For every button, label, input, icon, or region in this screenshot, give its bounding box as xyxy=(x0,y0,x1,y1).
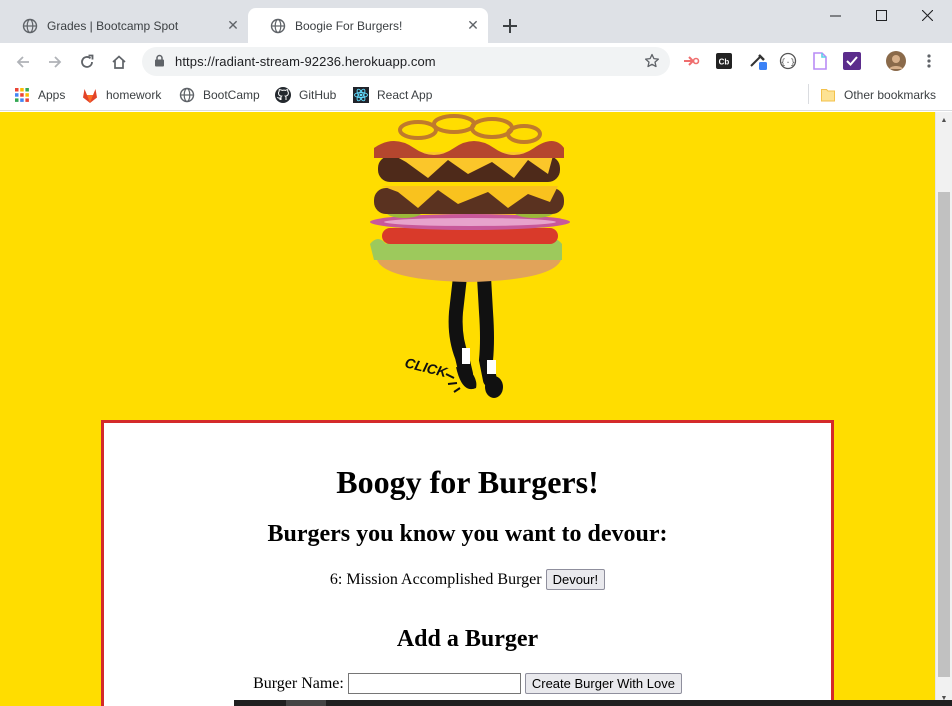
maximize-icon xyxy=(875,9,887,21)
bookmark-bootcamp[interactable]: BootCamp xyxy=(179,85,260,105)
bookmark-github[interactable]: GitHub xyxy=(275,85,336,105)
tab-title: Grades | Bootcamp Spot xyxy=(47,18,179,33)
burger-name-input[interactable] xyxy=(347,673,521,694)
maximize-button[interactable] xyxy=(858,0,904,30)
reload-icon xyxy=(81,54,94,68)
burger-label: 6: Mission Accomplished Burger xyxy=(329,570,542,588)
react-icon xyxy=(353,87,369,103)
svg-text:{·}: {·} xyxy=(781,59,795,68)
minimize-icon xyxy=(829,15,841,16)
taskbar xyxy=(234,700,952,706)
list-item: 6: Mission Accomplished Burger Devour! xyxy=(104,569,831,590)
burger-card: Boogy for Burgers! Burgers you know you … xyxy=(101,420,834,706)
scroll-up-icon[interactable]: ▲ xyxy=(936,112,952,128)
address-bar[interactable]: https://radiant-stream-92236.herokuapp.c… xyxy=(142,47,670,76)
extension-doc-icon[interactable] xyxy=(810,51,830,71)
gitlab-icon xyxy=(82,87,98,103)
tab-boogie[interactable]: Boogie For Burgers! ✕ xyxy=(248,8,488,43)
add-burger-form: Burger Name: Create Burger With Love xyxy=(104,673,831,694)
bookmark-label: React App xyxy=(377,88,433,102)
new-tab-button[interactable] xyxy=(498,14,522,38)
extension-arrow-icon[interactable] xyxy=(681,51,701,71)
star-icon[interactable] xyxy=(644,53,660,69)
tab-grades[interactable]: Grades | Bootcamp Spot ✕ xyxy=(0,8,248,43)
bookmarks-bar: Apps homework BootCamp GitHub React App … xyxy=(0,80,952,111)
extension-check-icon[interactable] xyxy=(842,51,862,71)
bookmark-homework[interactable]: homework xyxy=(82,85,161,105)
extension-eyedropper-icon[interactable] xyxy=(748,51,768,71)
tab-title: Boogie For Burgers! xyxy=(295,18,403,33)
back-arrow-icon xyxy=(16,56,29,68)
page-title: Boogy for Burgers! xyxy=(336,464,599,500)
create-burger-button[interactable]: Create Burger With Love xyxy=(524,673,682,694)
bookmark-label: BootCamp xyxy=(203,88,260,102)
extension-braces-icon[interactable]: {·} xyxy=(778,51,798,71)
tab-strip: Grades | Bootcamp Spot ✕ Boogie For Burg… xyxy=(0,0,952,43)
close-icon[interactable]: ✕ xyxy=(465,17,481,34)
svg-text:Cb: Cb xyxy=(719,58,730,67)
url-text: https://radiant-stream-92236.herokuapp.c… xyxy=(175,54,436,69)
bookmark-divider xyxy=(808,84,809,104)
forward-arrow-icon xyxy=(49,56,62,68)
extension-cb-icon[interactable]: Cb xyxy=(714,51,734,71)
plus-icon xyxy=(503,19,517,33)
close-window-button[interactable] xyxy=(904,0,950,30)
bookmark-label: GitHub xyxy=(299,88,337,102)
burger-name-label: Burger Name: xyxy=(253,674,344,692)
menu-kebab-icon[interactable] xyxy=(919,51,939,71)
reload-button[interactable] xyxy=(74,49,100,75)
github-icon xyxy=(275,87,291,103)
close-icon[interactable]: ✕ xyxy=(225,17,241,34)
minimize-button[interactable] xyxy=(812,0,858,30)
folder-icon xyxy=(820,87,836,103)
lock-icon xyxy=(155,54,164,67)
browser-toolbar: https://radiant-stream-92236.herokuapp.c… xyxy=(0,43,952,80)
devour-button[interactable]: Devour! xyxy=(545,569,606,590)
scroll-thumb[interactable] xyxy=(938,192,950,677)
globe-icon xyxy=(22,18,38,33)
taskbar-item[interactable] xyxy=(286,700,326,706)
home-button[interactable] xyxy=(106,49,132,75)
bookmark-react-app[interactable]: React App xyxy=(353,85,432,105)
apps-grid-icon xyxy=(14,87,30,103)
home-icon xyxy=(112,55,126,69)
bookmark-label: Other bookmarks xyxy=(844,88,937,102)
bookmark-other[interactable]: Other bookmarks xyxy=(820,85,936,105)
globe-icon xyxy=(270,18,286,33)
page-scrollbar[interactable]: ▲ ▼ xyxy=(935,112,952,706)
back-button[interactable] xyxy=(10,49,36,75)
bookmark-apps[interactable]: Apps xyxy=(14,85,65,105)
bookmark-label: homework xyxy=(106,88,162,102)
page-viewport: CLICK Boogy for Burgers! Burgers you kno… xyxy=(0,112,935,706)
add-burger-heading: Add a Burger xyxy=(396,626,539,652)
avatar[interactable] xyxy=(886,51,906,71)
forward-button[interactable] xyxy=(42,49,68,75)
close-icon xyxy=(921,9,933,21)
dancing-burger-image: CLICK xyxy=(370,114,570,398)
click-text: CLICK xyxy=(403,354,449,380)
globe-icon xyxy=(179,87,195,103)
devour-heading: Burgers you know you want to devour: xyxy=(267,521,668,547)
bookmark-label: Apps xyxy=(38,88,66,102)
